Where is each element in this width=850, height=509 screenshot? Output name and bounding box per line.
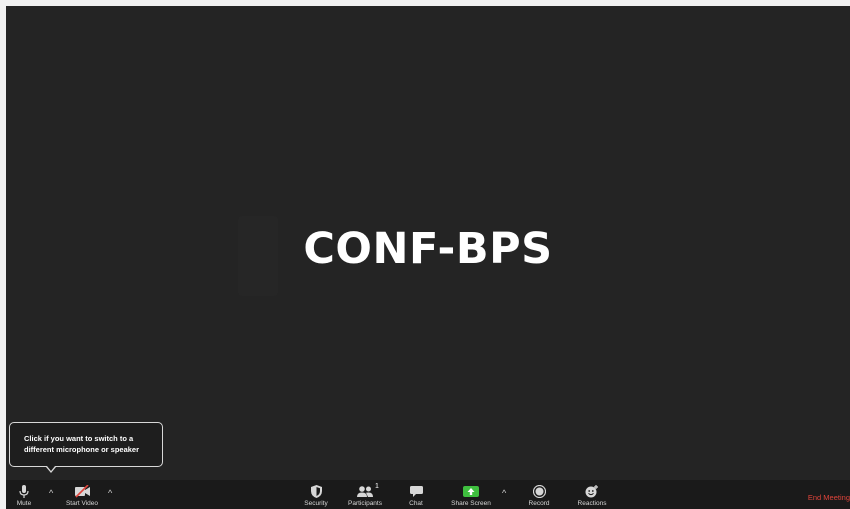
record-icon <box>532 485 546 498</box>
start-video-label: Start Video <box>65 500 99 507</box>
participants-label: Participants <box>348 500 382 507</box>
microphone-icon <box>19 485 29 498</box>
mute-label: Mute <box>16 500 32 507</box>
meeting-name: CONF-BPS <box>303 224 553 274</box>
people-icon <box>357 486 373 497</box>
tooltip-line-1: Click if you want to switch to a <box>24 434 134 443</box>
security-button[interactable]: Security <box>299 480 333 509</box>
video-options-caret[interactable]: ^ <box>108 488 112 498</box>
reactions-button[interactable]: Reactions <box>572 480 612 509</box>
mute-button[interactable]: Mute <box>12 480 36 509</box>
tooltip-arrow-fill <box>47 466 55 471</box>
reactions-label: Reactions <box>577 500 607 507</box>
chat-bubble-icon <box>409 486 423 497</box>
audio-options-caret[interactable]: ^ <box>49 488 53 498</box>
share-screen-label: Share Screen <box>451 500 491 507</box>
chat-label: Chat <box>409 500 423 507</box>
end-meeting-button[interactable]: End Meeting <box>808 493 850 502</box>
share-screen-button[interactable]: Share Screen <box>446 480 496 509</box>
emoji-icon <box>585 485 598 498</box>
meeting-toolbar: Mute ^ Start Video ^ Security Participan… <box>6 480 850 509</box>
record-label: Record <box>528 500 550 507</box>
tooltip-line-2: different microphone or speaker <box>24 445 140 454</box>
share-screen-icon <box>463 486 479 497</box>
security-label: Security <box>304 500 328 507</box>
shield-icon <box>310 485 322 498</box>
participants-count: 1 <box>375 483 379 490</box>
meeting-window: CONF-BPS Click if you want to switch to … <box>6 6 850 509</box>
video-off-icon <box>74 485 90 498</box>
share-options-caret[interactable]: ^ <box>502 488 506 498</box>
start-video-button[interactable]: Start Video <box>62 480 102 509</box>
record-button[interactable]: Record <box>524 480 554 509</box>
audio-tooltip: Click if you want to switch to a differe… <box>9 422 163 467</box>
participants-button[interactable]: Participants <box>344 480 386 509</box>
chat-button[interactable]: Chat <box>404 480 428 509</box>
